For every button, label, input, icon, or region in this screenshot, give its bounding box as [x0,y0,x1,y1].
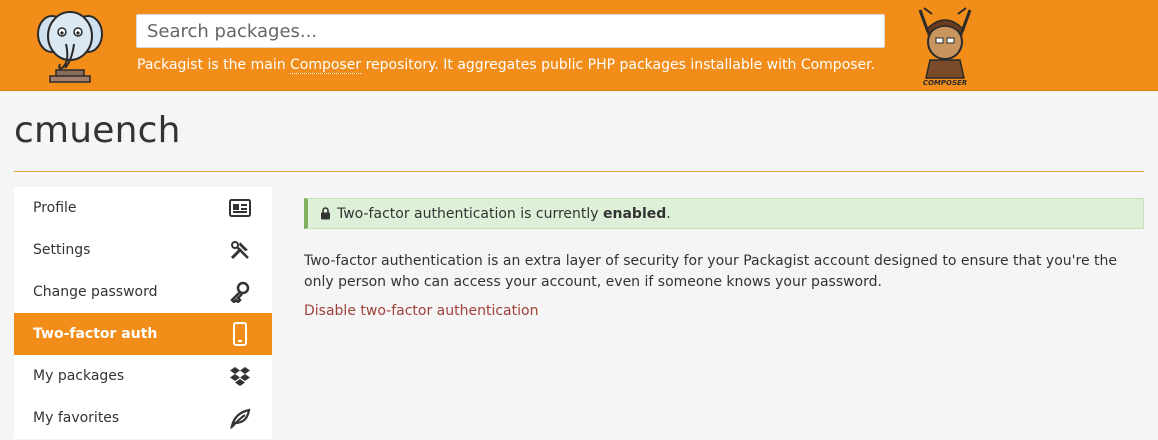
two-factor-description: Two-factor authentication is an extra la… [304,253,1117,290]
sidebar-item-profile[interactable]: Profile [14,187,272,229]
site-header: Packagist is the main Composer repositor… [0,0,1158,91]
alert-end: . [666,205,671,222]
disable-two-factor-link[interactable]: Disable two-factor authentication [304,303,538,319]
svg-text:COMPOSER: COMPOSER [923,79,967,87]
sidebar-item-change-password[interactable]: Change password [14,271,272,313]
leaf-icon [228,406,252,430]
lock-icon [320,207,331,220]
search-input[interactable] [136,14,885,48]
status-alert: Two-factor authentication is currently e… [304,198,1144,229]
sidebar-item-label: Change password [33,284,158,300]
tools-icon [228,238,252,262]
packagist-logo[interactable] [32,4,108,86]
id-card-icon [228,196,252,220]
sidebar-item-label: My favorites [33,410,120,426]
sidebar-item-my-packages[interactable]: My packages [14,355,272,397]
sidebar-item-settings[interactable]: Settings [14,229,272,271]
page-title: cmuench [14,110,181,151]
mobile-phone-icon [228,322,252,346]
tagline-text-start: Packagist is the main [137,57,291,73]
site-tagline: Packagist is the main Composer repositor… [137,57,876,74]
account-sidebar: Profile Settings Change password Two-fac… [14,187,272,439]
alert-text: Two-factor authentication is currently [337,205,604,222]
sidebar-item-label: My packages [33,368,125,384]
composer-logo[interactable]: COMPOSER [912,4,978,88]
key-icon [228,280,252,304]
composer-link[interactable]: Composer [290,57,362,74]
sidebar-item-two-factor-auth[interactable]: Two-factor auth [14,313,272,355]
sidebar-item-label: Two-factor auth [33,326,158,342]
sidebar-item-label: Settings [33,242,91,258]
alert-status: enabled [603,205,667,222]
sidebar-item-my-favorites[interactable]: My favorites [14,397,272,439]
dropbox-icon [228,364,252,388]
sidebar-item-label: Profile [33,200,77,216]
title-divider [14,171,1144,172]
tagline-text-end: repository. It aggregates public PHP pac… [361,57,876,73]
